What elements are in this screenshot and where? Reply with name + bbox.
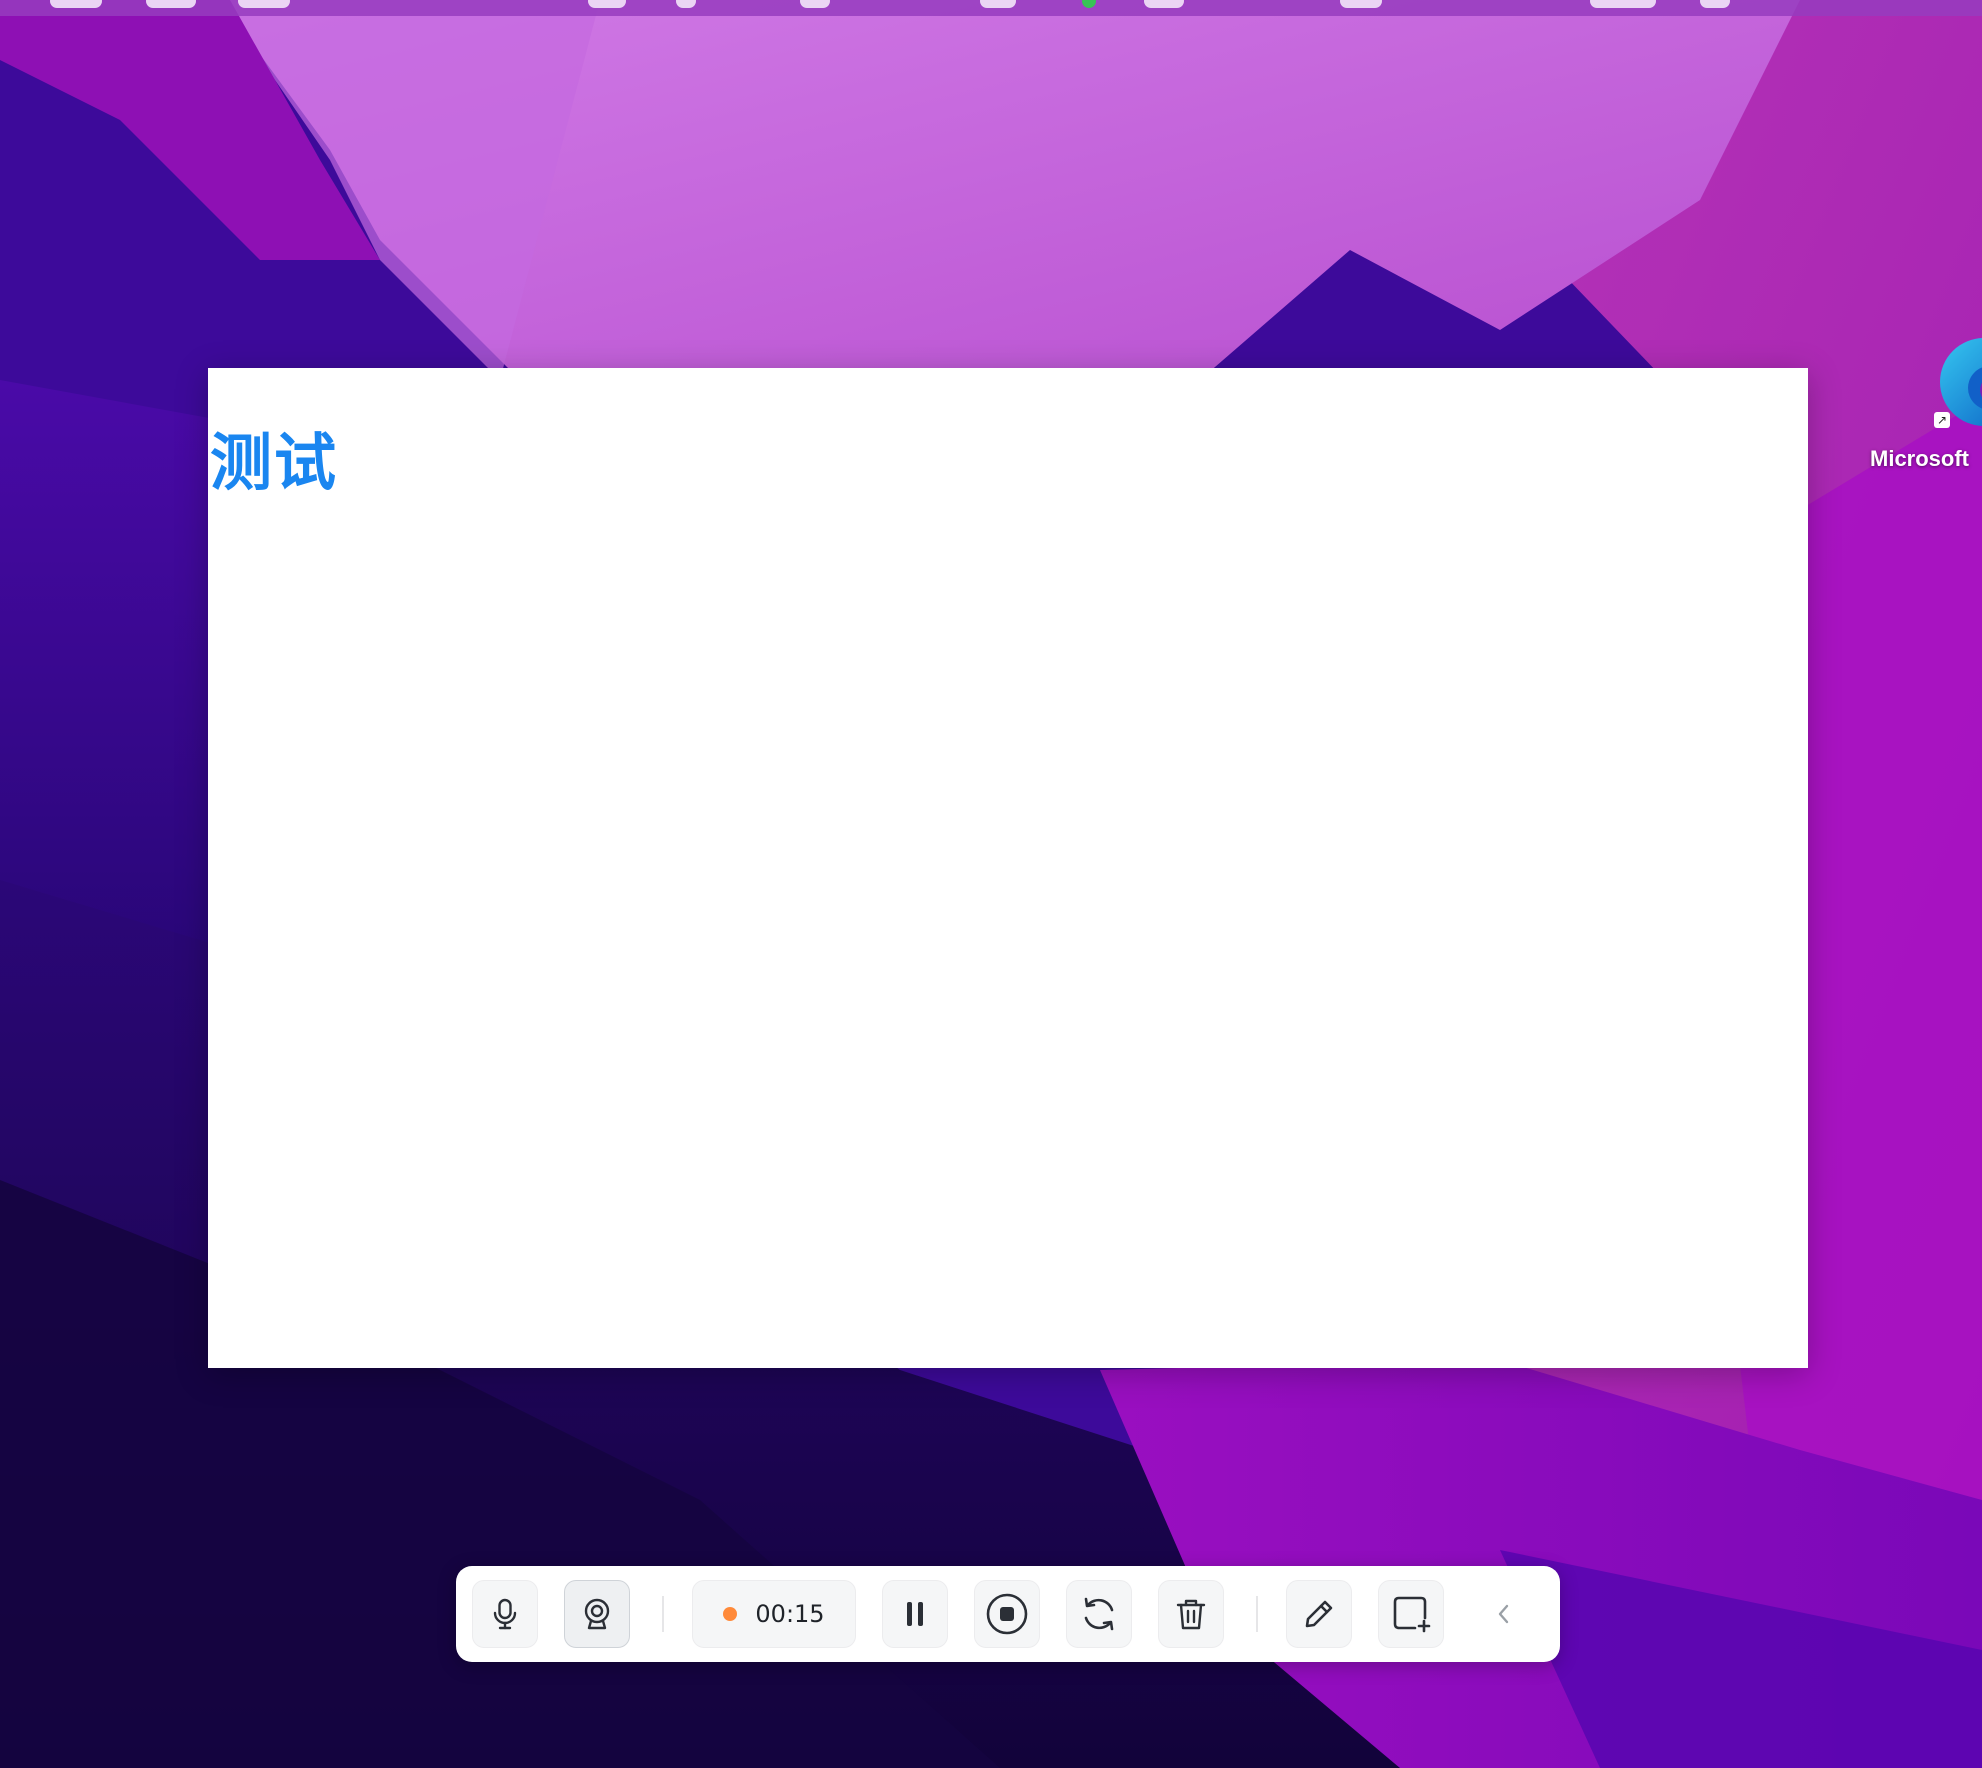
- stop-button[interactable]: [974, 1580, 1040, 1648]
- add-area-button[interactable]: [1378, 1580, 1444, 1648]
- status-icon[interactable]: [1700, 0, 1730, 8]
- toolbar-divider: [1256, 1596, 1258, 1632]
- desktop-icon-microsoft-edge[interactable]: ↗ Microsoft: [1870, 334, 1982, 484]
- pencil-icon: [1305, 1600, 1333, 1628]
- check-status-icon[interactable]: [1082, 0, 1096, 8]
- delete-button[interactable]: [1158, 1580, 1224, 1648]
- status-icon[interactable]: [980, 0, 1016, 8]
- menu-bar: [0, 0, 1982, 16]
- recording-dot-icon: [723, 1607, 738, 1621]
- microphone-icon: [493, 1598, 517, 1630]
- menu-item[interactable]: [50, 0, 102, 8]
- webcam-icon: [584, 1598, 610, 1630]
- toggle-icon[interactable]: [1590, 0, 1656, 8]
- status-icon[interactable]: [800, 0, 830, 8]
- toolbar-divider: [662, 1596, 664, 1632]
- recording-timer: 00:15: [692, 1580, 856, 1648]
- desktop-icon-label: Microsoft: [1870, 446, 1969, 471]
- pause-icon: [907, 1602, 923, 1626]
- status-icon[interactable]: [588, 0, 626, 8]
- restart-button[interactable]: [1066, 1580, 1132, 1648]
- elapsed-time: 00:15: [755, 1600, 825, 1628]
- collapse-toolbar-button[interactable]: [1486, 1596, 1522, 1632]
- alias-arrow-icon: ↗: [1934, 412, 1950, 428]
- add-area-icon: [1393, 1596, 1431, 1633]
- trash-icon: [1176, 1599, 1206, 1630]
- status-icon[interactable]: [676, 0, 696, 8]
- menu-item[interactable]: [238, 0, 290, 8]
- chevron-left-icon: [1498, 1604, 1509, 1624]
- annotate-button[interactable]: [1286, 1580, 1352, 1648]
- camera-button[interactable]: [564, 1580, 630, 1648]
- restart-icon: [1084, 1597, 1114, 1631]
- page-heading: 测试: [210, 426, 339, 499]
- recording-toolbar: 00:15: [456, 1566, 1560, 1662]
- menu-item[interactable]: [146, 0, 196, 8]
- pause-button[interactable]: [882, 1580, 948, 1648]
- status-icon[interactable]: [1340, 0, 1382, 8]
- status-icon[interactable]: [1144, 0, 1184, 8]
- stop-icon: [986, 1593, 1028, 1635]
- white-window: 测试: [208, 368, 1808, 1368]
- desktop: 测试 ↗ Microsoft 00:15: [0, 0, 1982, 1768]
- microphone-button[interactable]: [472, 1580, 538, 1648]
